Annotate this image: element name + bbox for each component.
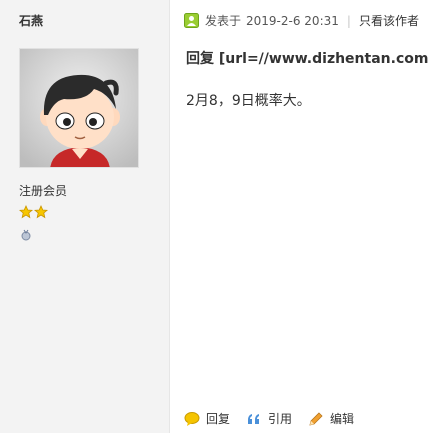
author-sidebar: 石燕 注册会员 xyxy=(0,0,170,433)
quote-button[interactable]: 引用 xyxy=(246,410,292,427)
post-meta: 发表于 2019-2-6 20:31 | 只看该作者 xyxy=(184,12,419,29)
post-body: 2月8，9日概率大。 xyxy=(186,93,311,109)
quote-label: 引用 xyxy=(268,412,293,426)
user-group[interactable]: 注册会员 xyxy=(19,182,67,199)
pencil-icon xyxy=(309,411,323,426)
reply-label: 回复 xyxy=(206,412,231,426)
avatar-image xyxy=(20,49,138,167)
only-author-link[interactable]: 只看该作者 xyxy=(359,12,419,29)
reply-icon xyxy=(184,411,200,426)
edit-button[interactable]: 编辑 xyxy=(308,410,354,427)
author-name[interactable]: 石燕 xyxy=(19,12,43,29)
medal-icon[interactable] xyxy=(20,226,32,245)
star-icon xyxy=(18,205,49,219)
post-meta-prefix: 发表于 xyxy=(205,14,242,28)
rank-stars xyxy=(18,204,49,223)
quote-icon xyxy=(248,413,260,424)
edit-label: 编辑 xyxy=(330,412,355,426)
reply-quote-title: 回复 [url=//www.dizhentan.com xyxy=(186,51,429,67)
post-timestamp: 2019-2-6 20:31 xyxy=(246,13,339,28)
reply-button[interactable]: 回复 xyxy=(184,410,230,427)
post-actions: 回复 引用 编辑 xyxy=(184,410,370,427)
post-content-area: 发表于 2019-2-6 20:31 | 只看该作者 回复 [url=//www… xyxy=(170,0,439,433)
meta-separator: | xyxy=(346,13,351,28)
avatar[interactable] xyxy=(19,48,139,168)
online-status-icon xyxy=(184,13,199,28)
